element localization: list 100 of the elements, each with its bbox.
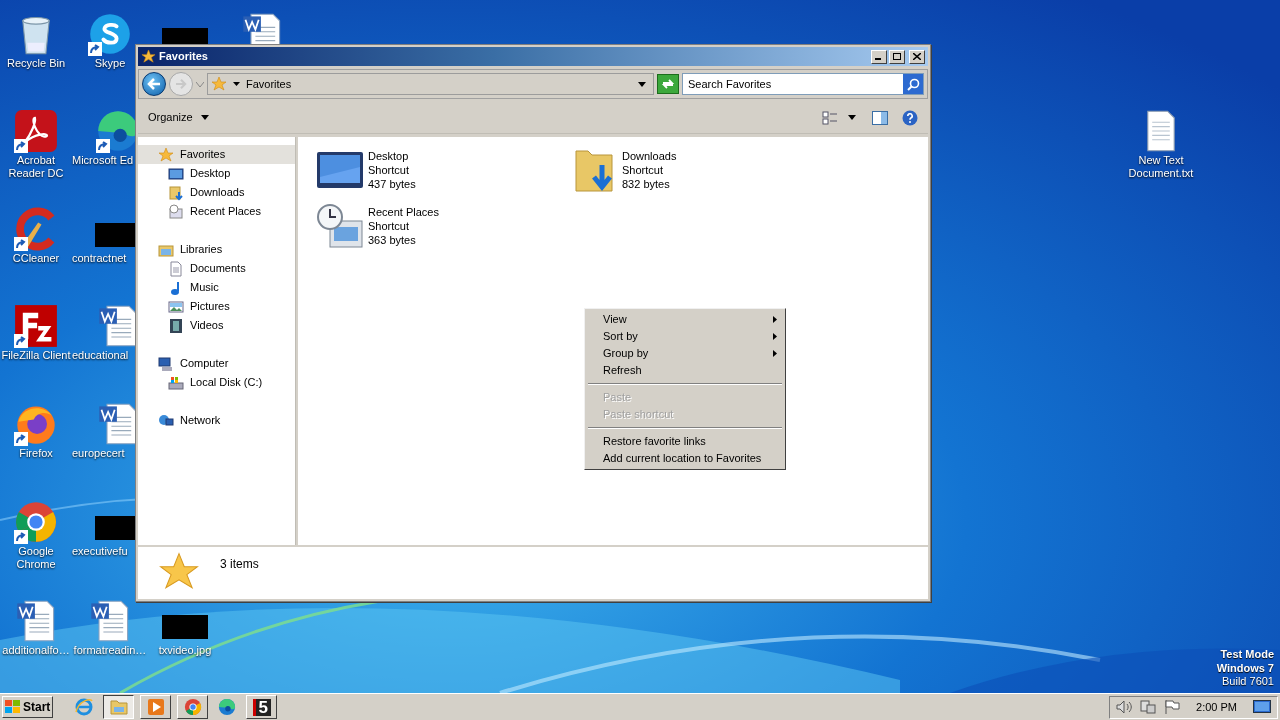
file-item[interactable]: Downloads Shortcut 832 bytes xyxy=(570,147,824,203)
maximize-icon xyxy=(893,53,901,60)
desktop-icon-label[interactable]: Firefox xyxy=(19,447,53,460)
back-arrow-icon xyxy=(147,78,161,90)
menu-item[interactable]: View xyxy=(587,311,783,328)
os-notice-text: Build 7601 xyxy=(1222,675,1274,689)
refresh-icon xyxy=(661,78,675,90)
network-icon[interactable] xyxy=(1140,700,1157,714)
desktop-icon-label[interactable]: Microsoft Ed xyxy=(70,154,134,167)
help-icon[interactable] xyxy=(902,109,918,126)
clock[interactable]: 2:00 PM xyxy=(1196,698,1237,716)
caret-icon[interactable] xyxy=(848,115,856,120)
shortcut-arrow-icon xyxy=(14,334,28,348)
close-icon xyxy=(913,53,921,60)
nav-item[interactable]: Videos xyxy=(138,316,295,335)
file-type: Shortcut xyxy=(368,163,410,177)
shortcut-arrow-icon xyxy=(14,530,28,544)
nav-item[interactable]: Recent Places xyxy=(138,202,295,221)
downloads-icon xyxy=(168,184,184,201)
taskbar-button[interactable]: 5 xyxy=(246,695,278,719)
nav-item[interactable]: Favorites xyxy=(138,145,295,164)
menu-item[interactable]: Restore favorite links xyxy=(587,433,783,450)
file-type: Shortcut xyxy=(622,163,664,177)
desktop-icon-label[interactable]: New Text Document.txt xyxy=(1128,154,1194,180)
media-player-icon xyxy=(147,699,164,715)
shortcut-arrow-icon xyxy=(14,237,28,251)
nav-item[interactable]: Music xyxy=(138,278,295,297)
nav-item[interactable]: Libraries xyxy=(138,240,295,259)
file-type: Shortcut xyxy=(368,219,410,233)
edge-icon xyxy=(218,698,237,716)
ie-icon xyxy=(75,698,94,716)
file-item[interactable]: Desktop Shortcut 437 bytes xyxy=(316,147,570,203)
desktop-icon-label[interactable]: europecert xyxy=(70,447,125,460)
desktop-icon-label[interactable]: FileZilla Client xyxy=(1,349,71,362)
clock-folder-icon xyxy=(316,203,364,251)
network-icon xyxy=(158,412,174,429)
shortcut-arrow-icon xyxy=(88,42,102,56)
desktop-icon-label[interactable]: CCleaner xyxy=(12,252,60,265)
nav-item[interactable]: Network xyxy=(138,411,295,430)
desktop-icon-label[interactable]: Recycle Bin xyxy=(6,57,66,70)
close-button[interactable] xyxy=(909,49,925,64)
folder-download-icon xyxy=(574,147,614,195)
address-bar[interactable]: Favorites xyxy=(207,73,654,95)
file-name: Downloads xyxy=(622,149,677,163)
dropdown-caret-icon[interactable] xyxy=(638,81,646,87)
back-button[interactable] xyxy=(142,72,166,96)
file-name: Desktop xyxy=(368,149,410,163)
redacted-thumbnail xyxy=(162,615,208,639)
skype-icon xyxy=(88,12,132,56)
view-options-icon[interactable] xyxy=(822,110,838,125)
monitor-icon xyxy=(316,151,364,191)
folder-icon xyxy=(109,699,128,715)
window-title: Favorites xyxy=(159,49,208,65)
nav-item[interactable]: Local Disk (C:) xyxy=(138,373,295,392)
os-notice-text: Windows 7 xyxy=(1216,661,1274,675)
shortcut-arrow-icon xyxy=(14,432,28,446)
maximize-button[interactable] xyxy=(889,49,905,64)
star-icon xyxy=(158,146,174,163)
show-desktop-icon[interactable] xyxy=(1253,700,1271,714)
organize-button[interactable]: Organize xyxy=(148,109,209,126)
desktop-icon-label[interactable]: Google Chrome xyxy=(16,545,56,571)
nav-item[interactable]: Pictures xyxy=(138,297,295,316)
file-size: 832 bytes xyxy=(622,177,671,191)
start-button[interactable]: Start xyxy=(2,696,54,718)
submenu-arrow-icon xyxy=(773,316,777,323)
submenu-arrow-icon xyxy=(773,350,777,357)
taskbar-button[interactable] xyxy=(103,695,135,719)
videos-icon xyxy=(168,317,184,334)
minimize-button[interactable] xyxy=(871,49,887,64)
search-input[interactable]: Search Favorites xyxy=(683,75,903,93)
refresh-button[interactable] xyxy=(657,74,679,94)
desktop-icon-label[interactable]: executivefu xyxy=(70,545,128,558)
address-text: Favorites xyxy=(246,76,292,92)
desktop-icon-label[interactable]: contractnet xyxy=(70,252,127,265)
desktop-icon-label[interactable]: educational xyxy=(70,349,129,362)
caret-icon[interactable] xyxy=(233,82,240,86)
nav-item[interactable]: Documents xyxy=(138,259,295,278)
search-field[interactable]: Search Favorites xyxy=(682,73,924,95)
menu-item[interactable]: Sort by xyxy=(587,328,783,345)
nav-item[interactable]: Desktop xyxy=(138,164,295,183)
file-size: 437 bytes xyxy=(368,177,416,191)
menu-item[interactable]: Group by xyxy=(587,345,783,362)
chrome-icon xyxy=(183,698,202,716)
nav-item[interactable]: Computer xyxy=(138,354,295,373)
flag-icon[interactable] xyxy=(1164,700,1181,714)
file-item[interactable]: Recent Places Shortcut 363 bytes xyxy=(316,203,570,259)
forward-arrow-icon xyxy=(175,79,187,89)
preview-pane-icon[interactable] xyxy=(872,110,888,125)
nav-item[interactable]: Downloads xyxy=(138,183,295,202)
search-icon[interactable] xyxy=(903,74,923,94)
menu-item[interactable]: Refresh xyxy=(587,362,783,379)
filezilla-icon xyxy=(14,304,58,348)
menu-item[interactable]: Add current location to Favorites xyxy=(587,450,783,467)
desktop-icon-label[interactable]: Skype xyxy=(94,57,126,70)
file-name: Recent Places xyxy=(368,205,439,219)
pictures-icon xyxy=(168,298,184,315)
caret-icon xyxy=(200,115,209,120)
star-icon xyxy=(141,49,156,64)
speaker-icon[interactable] xyxy=(1116,700,1133,714)
desktop-icon-label[interactable]: Acrobat Reader DC xyxy=(8,154,64,180)
